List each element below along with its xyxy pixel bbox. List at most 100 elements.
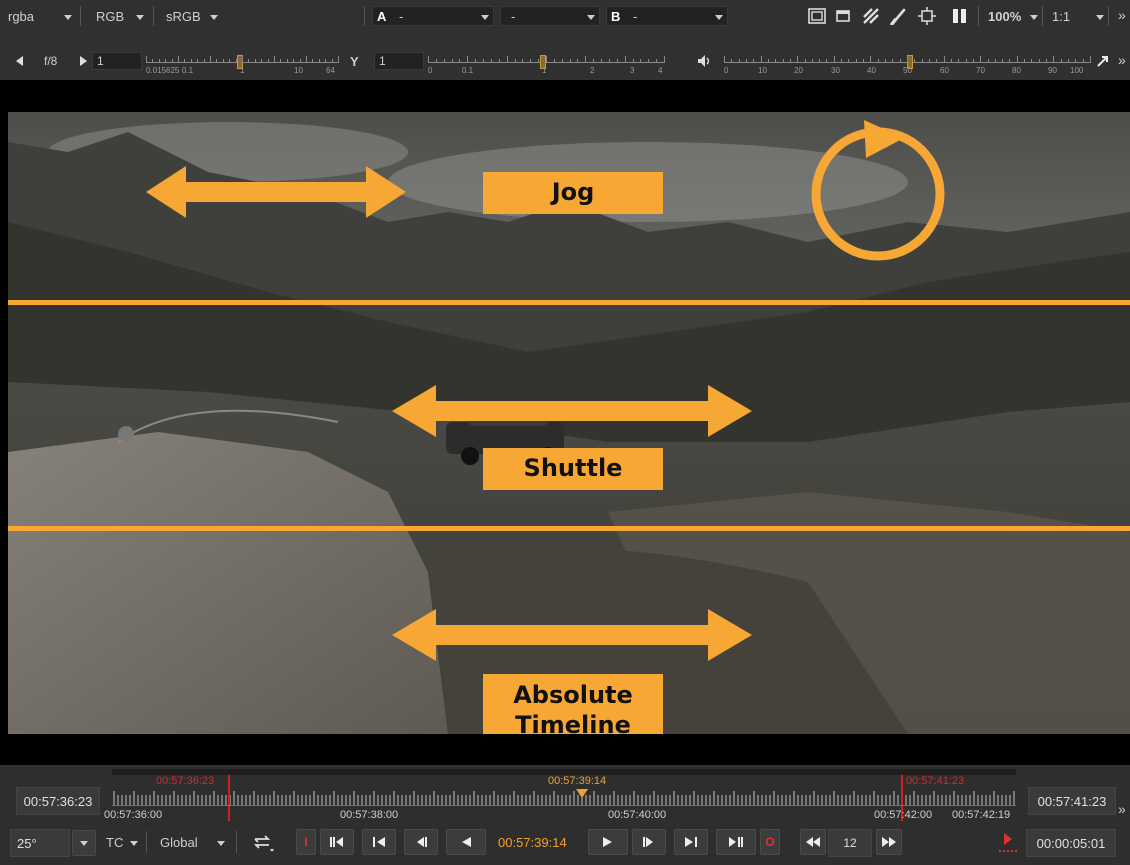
slider-tick	[775, 59, 776, 63]
pick-arrow-icon[interactable]	[1096, 54, 1110, 68]
next-keyframe-button[interactable]	[674, 829, 708, 855]
chevron-down-icon[interactable]	[217, 841, 225, 846]
volume-tick-label: 0	[724, 66, 729, 75]
slider-tick	[459, 59, 460, 63]
gain-tick-label: 64	[326, 66, 335, 75]
slider-tick	[870, 56, 871, 63]
overflow-chevron-icon[interactable]: »	[1118, 52, 1126, 68]
skip-to-start-icon	[330, 837, 343, 847]
crosshair-icon[interactable]	[918, 7, 936, 25]
slider-tick	[826, 59, 827, 63]
blend-mode-select[interactable]: -	[500, 6, 600, 26]
slider-tick	[648, 59, 649, 63]
ruler-label: 00:57:36:00	[104, 809, 163, 821]
slider-tick	[812, 59, 813, 63]
step-amount-field[interactable]: 12	[828, 829, 872, 857]
colorspace-dropdown[interactable]: sRGB	[166, 9, 201, 24]
fps-field[interactable]: 25°	[10, 829, 70, 857]
scope-dropdown[interactable]: Global	[160, 835, 198, 850]
in-marker-line[interactable]	[228, 775, 230, 821]
zone-divider-line	[8, 300, 1130, 305]
ruler-label: 00:57:40:00	[608, 809, 667, 821]
letterbox-icon[interactable]	[836, 8, 850, 24]
play-forward-button[interactable]	[588, 829, 628, 855]
gain-input[interactable]: 1	[92, 52, 142, 70]
slider-tick	[746, 59, 747, 63]
step-forward-amount-button[interactable]	[876, 829, 902, 855]
input-a-select[interactable]: A -	[372, 6, 494, 26]
image-viewer[interactable]: Jog Shuttle Absolute Timeline	[0, 80, 1130, 765]
playhead-timecode: 00:57:39:14	[548, 775, 607, 787]
step-back-icon	[373, 837, 385, 847]
current-timecode[interactable]: 00:57:39:14	[498, 835, 567, 850]
slider-tick	[783, 59, 784, 63]
slider-tick	[617, 59, 618, 63]
chevron-down-icon[interactable]	[136, 15, 144, 20]
slider-tick	[178, 56, 179, 63]
chevron-down-icon[interactable]	[130, 841, 138, 846]
pause-bars-icon[interactable]	[952, 8, 968, 24]
go-to-start-button[interactable]	[320, 829, 354, 855]
playhead-marker-icon[interactable]	[576, 789, 588, 799]
slider-tick	[593, 59, 594, 63]
input-b-select[interactable]: B -	[606, 6, 728, 26]
color-mode-dropdown[interactable]: RGB	[96, 9, 124, 24]
slider-tick	[293, 59, 294, 63]
slider-tick	[640, 59, 641, 63]
end-timecode[interactable]: 00:57:41:23	[1028, 787, 1116, 815]
set-in-point-button[interactable]: I	[296, 829, 316, 855]
paint-brush-icon[interactable]	[890, 7, 908, 25]
render-range-icon[interactable]	[998, 831, 1018, 853]
slider-tick	[165, 59, 166, 63]
step-back-amount-button[interactable]	[800, 829, 826, 855]
slider-tick	[483, 59, 484, 63]
fstop-label[interactable]: f/8	[44, 54, 57, 68]
gamma-input[interactable]: 1	[374, 52, 424, 70]
volume-tick-label: 50	[903, 66, 912, 75]
previous-frame-button[interactable]	[404, 829, 438, 855]
ratio-dropdown[interactable]: 1:1	[1052, 9, 1070, 24]
slider-tick	[287, 59, 288, 63]
input-a-value: -	[399, 9, 404, 24]
chevron-down-icon[interactable]	[64, 15, 72, 20]
chevron-down-icon[interactable]	[210, 15, 218, 20]
overflow-chevron-icon[interactable]: »	[1118, 7, 1126, 23]
viewer-controls-bar: f/8 1 0.015625 0.1 1 10 64 Y 1 0 0.1 1 2…	[0, 32, 1130, 80]
previous-keyframe-button[interactable]	[362, 829, 396, 855]
overflow-chevron-icon[interactable]: »	[1118, 801, 1126, 817]
slider-tick	[146, 56, 147, 63]
slider-tick	[325, 59, 326, 63]
divider	[153, 6, 154, 26]
slider-tick	[1053, 56, 1054, 63]
start-timecode[interactable]: 00:57:36:23	[16, 787, 100, 815]
slider-tick	[805, 59, 806, 63]
triangle-left-icon[interactable]	[16, 56, 24, 66]
zoom-dropdown[interactable]: 100%	[988, 9, 1021, 24]
volume-tick-label: 20	[794, 66, 803, 75]
chevron-down-icon[interactable]	[1096, 15, 1104, 20]
slider-tick	[546, 56, 547, 63]
next-frame-button[interactable]	[632, 829, 666, 855]
slider-tick	[530, 59, 531, 63]
chevron-down-icon[interactable]	[1030, 15, 1038, 20]
duration-timecode[interactable]: 00:00:05:01	[1026, 829, 1116, 857]
checkerboard-icon[interactable]	[862, 7, 880, 25]
absolute-timeline-label: Absolute Timeline	[483, 674, 663, 734]
set-out-point-button[interactable]: O	[760, 829, 780, 855]
go-to-end-button[interactable]	[716, 829, 756, 855]
triangle-right-icon[interactable]	[80, 56, 88, 66]
time-mode-dropdown[interactable]: TC	[106, 835, 123, 850]
step-forward-icon	[685, 837, 697, 847]
loop-mode-icon[interactable]	[252, 831, 276, 853]
slider-tick	[507, 56, 508, 63]
slider-tick	[172, 59, 173, 63]
input-a-label: A	[377, 9, 387, 24]
fps-dropdown-button[interactable]	[72, 830, 96, 856]
play-backward-button[interactable]	[446, 829, 486, 855]
safe-area-icon[interactable]	[808, 8, 826, 24]
timeline-panel: 00:57:36:23 00:57:41:23 » 00:57:36:23 00…	[0, 765, 1130, 865]
slider-tick	[724, 56, 725, 63]
speaker-icon[interactable]	[697, 54, 713, 68]
channels-dropdown[interactable]: rgba	[8, 9, 34, 24]
slider-tick	[790, 59, 791, 63]
